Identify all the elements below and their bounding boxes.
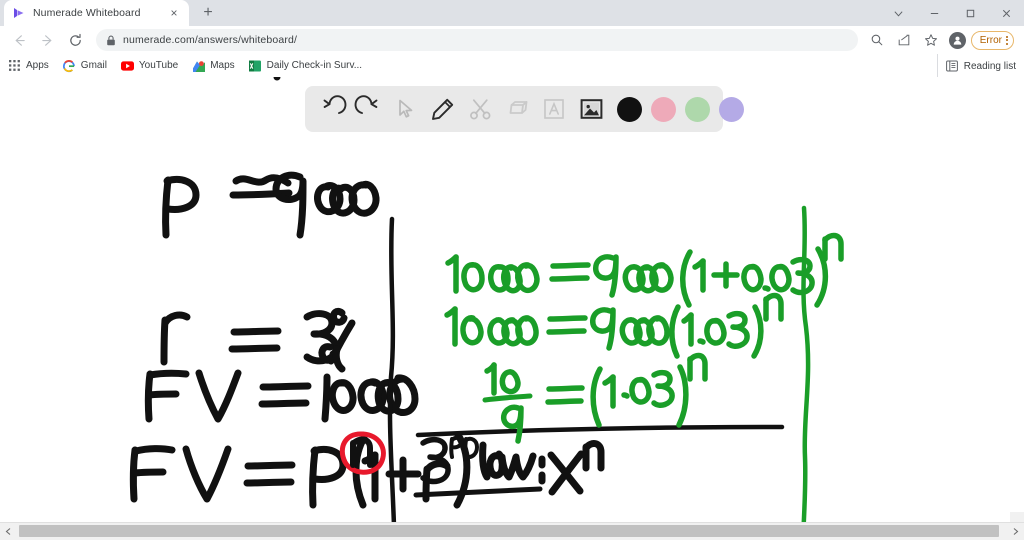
close-button[interactable] bbox=[988, 0, 1024, 26]
reading-list-label: Reading list bbox=[963, 60, 1016, 72]
scrollbar-corner bbox=[1010, 512, 1024, 522]
bookmark-label: Daily Check-in Surv... bbox=[266, 60, 363, 71]
star-icon[interactable] bbox=[918, 27, 944, 53]
color-swatch-black[interactable] bbox=[617, 96, 642, 122]
horizontal-scrollbar[interactable] bbox=[0, 522, 1024, 540]
navigation-toolbar: numerade.com/answers/whiteboard/ Error bbox=[0, 26, 1024, 54]
bookmark-label: Apps bbox=[26, 60, 49, 71]
gmail-icon bbox=[63, 59, 76, 72]
image-tool-button[interactable] bbox=[574, 92, 608, 126]
forward-button[interactable] bbox=[34, 27, 60, 53]
bookmarks-bar: Apps Gmail YouTube Maps Daily Check-in S… bbox=[0, 54, 1024, 78]
address-bar-url: numerade.com/answers/whiteboard/ bbox=[123, 34, 298, 46]
bookmark-daily-check-in[interactable]: Daily Check-in Surv... bbox=[249, 59, 362, 72]
numerade-logo-icon bbox=[12, 6, 26, 20]
bookmark-gmail[interactable]: Gmail bbox=[63, 59, 107, 72]
lock-icon bbox=[106, 35, 116, 46]
maximize-button[interactable] bbox=[952, 0, 988, 26]
browser-window: Numerade Whiteboard × + numerade.com/ans… bbox=[0, 0, 1024, 540]
omnibox-actions: Error bbox=[864, 27, 1018, 53]
text-tool-button[interactable] bbox=[537, 92, 571, 126]
apps-grid-icon bbox=[8, 59, 21, 72]
youtube-icon bbox=[120, 59, 134, 72]
window-controls bbox=[880, 0, 1024, 26]
bookmark-apps[interactable]: Apps bbox=[8, 59, 49, 72]
eraser-tool-button[interactable] bbox=[500, 92, 534, 126]
color-swatch-pink[interactable] bbox=[651, 96, 676, 122]
reading-list-icon bbox=[946, 60, 959, 73]
status-badge-label: Error bbox=[979, 34, 1002, 46]
minimize-button[interactable] bbox=[916, 0, 952, 26]
person-icon[interactable] bbox=[948, 31, 966, 49]
ink-layer bbox=[129, 77, 844, 540]
browser-tab[interactable]: Numerade Whiteboard × bbox=[4, 0, 189, 26]
bookmark-label: Gmail bbox=[80, 60, 107, 71]
redo-button[interactable] bbox=[352, 92, 386, 126]
share-icon[interactable] bbox=[891, 27, 917, 53]
tab-search-button[interactable] bbox=[880, 0, 916, 26]
back-button[interactable] bbox=[6, 27, 32, 53]
whiteboard-page bbox=[0, 77, 1024, 540]
scrollbar-track[interactable] bbox=[17, 523, 1007, 540]
bookmark-label: YouTube bbox=[138, 60, 179, 71]
address-bar[interactable]: numerade.com/answers/whiteboard/ bbox=[96, 29, 858, 51]
scrollbar-thumb[interactable] bbox=[19, 525, 1000, 537]
maps-icon bbox=[192, 59, 205, 72]
close-icon[interactable]: × bbox=[167, 6, 181, 20]
whiteboard-toolbar bbox=[305, 86, 744, 132]
bookmark-label: Maps bbox=[210, 60, 235, 71]
scroll-right-arrow-icon[interactable] bbox=[1007, 523, 1024, 540]
cut-tool-button[interactable] bbox=[463, 92, 497, 126]
color-swatch-purple[interactable] bbox=[719, 96, 744, 122]
scroll-left-arrow-icon[interactable] bbox=[0, 523, 17, 540]
tab-title: Numerade Whiteboard bbox=[33, 7, 141, 19]
undo-button[interactable] bbox=[315, 92, 349, 126]
search-icon[interactable] bbox=[864, 27, 890, 53]
tab-strip: Numerade Whiteboard × + bbox=[0, 0, 1024, 26]
three-dot-menu-icon[interactable] bbox=[1006, 35, 1008, 45]
bookmark-maps[interactable]: Maps bbox=[192, 59, 235, 72]
bookmark-youtube[interactable]: YouTube bbox=[120, 59, 179, 72]
whiteboard-canvas[interactable] bbox=[0, 77, 1024, 540]
excel-icon bbox=[249, 59, 262, 72]
status-badge[interactable]: Error bbox=[970, 30, 1014, 50]
pen-tool-button[interactable] bbox=[426, 92, 460, 126]
reading-list-button[interactable]: Reading list bbox=[936, 54, 1016, 78]
select-tool-button[interactable] bbox=[389, 92, 423, 126]
color-swatch-green[interactable] bbox=[685, 96, 710, 122]
reload-button[interactable] bbox=[62, 27, 88, 53]
new-tab-button[interactable]: + bbox=[195, 2, 221, 24]
